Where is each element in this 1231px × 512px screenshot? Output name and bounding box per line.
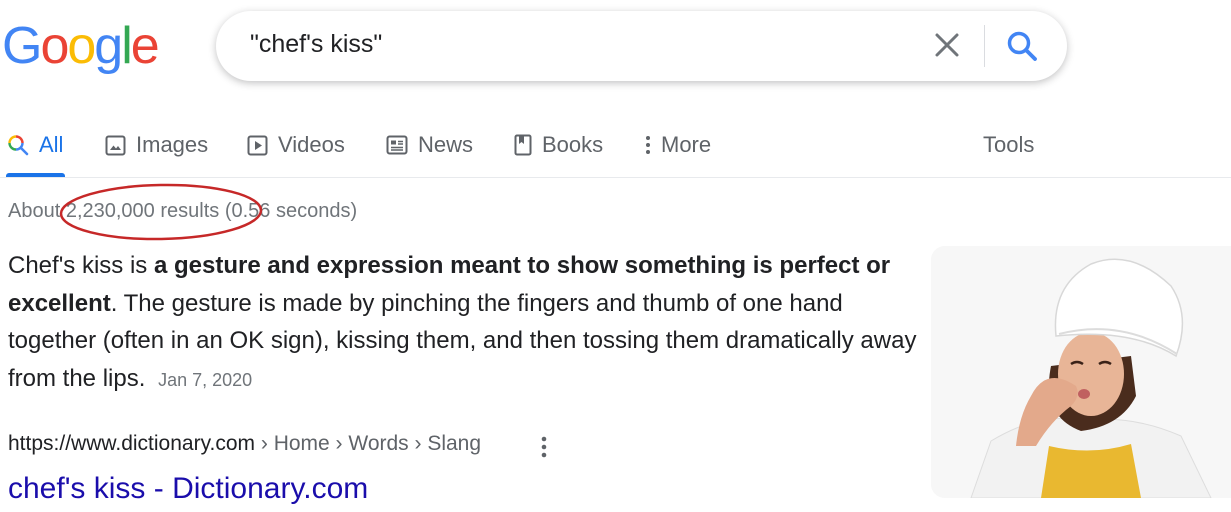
news-icon — [386, 135, 408, 155]
close-icon — [935, 33, 959, 57]
snippet-date: Jan 7, 2020 — [158, 369, 253, 390]
more-vert-icon — [541, 436, 547, 458]
result-breadcrumb: › Home › Words › Slang — [255, 432, 482, 455]
clear-search-button[interactable] — [932, 30, 962, 60]
tab-more[interactable]: More — [643, 130, 711, 160]
tools-label: Tools — [983, 132, 1035, 157]
logo-letter: o — [40, 17, 69, 75]
search-icon — [1007, 31, 1037, 61]
tabs-divider — [0, 177, 1231, 178]
logo-letter: G — [2, 17, 42, 75]
search-box[interactable]: "chef's kiss" — [216, 11, 1067, 81]
search-tabs: All Images Videos News Books More Tools — [0, 118, 1231, 178]
chef-photo — [931, 246, 1231, 498]
tools-button[interactable]: Tools — [983, 130, 1034, 160]
tab-images[interactable]: Images — [105, 130, 208, 160]
logo-letter: l — [121, 17, 132, 75]
search-button[interactable] — [1005, 29, 1039, 63]
tab-videos[interactable]: Videos — [247, 130, 345, 160]
tab-books-label: Books — [542, 132, 604, 157]
logo-letter: e — [130, 17, 160, 75]
featured-snippet: Chef's kiss is a gesture and expression … — [8, 247, 920, 399]
tab-more-label: More — [661, 132, 712, 157]
tab-books[interactable]: Books — [514, 130, 603, 160]
snippet-image[interactable] — [931, 246, 1231, 498]
snippet-lead: Chef's kiss is — [8, 252, 154, 279]
stats-count: 2,230,000 results — [65, 200, 220, 222]
video-icon — [247, 135, 268, 155]
search-icon — [8, 135, 29, 156]
stats-prefix: About — [8, 200, 66, 222]
tab-all-label: All — [39, 132, 64, 157]
tab-news-label: News — [418, 132, 474, 157]
logo-letter: g — [94, 17, 123, 75]
stats-suffix: (0.56 seconds) — [219, 200, 358, 222]
tab-videos-label: Videos — [278, 132, 345, 157]
search-box-divider — [984, 25, 985, 67]
result-options-button[interactable] — [536, 434, 552, 460]
more-vert-icon — [646, 136, 650, 154]
result-title-link[interactable]: chef's kiss - Dictionary.com — [8, 472, 368, 506]
result-url-host: https://www.dictionary.com — [8, 432, 256, 455]
tab-images-label: Images — [136, 132, 209, 157]
image-icon — [105, 135, 126, 155]
logo-letter: o — [67, 17, 96, 75]
google-logo[interactable]: Google — [2, 14, 160, 78]
tab-all[interactable]: All — [7, 130, 63, 160]
search-input[interactable]: "chef's kiss" — [250, 30, 382, 59]
book-icon — [514, 134, 532, 156]
tab-news[interactable]: News — [386, 130, 473, 160]
result-stats: About 2,230,000 results (0.56 seconds) — [8, 200, 357, 223]
result-cite[interactable]: https://www.dictionary.com › Home › Word… — [8, 432, 481, 456]
snippet-text: . The gesture is made by pinching the fi… — [8, 289, 917, 392]
